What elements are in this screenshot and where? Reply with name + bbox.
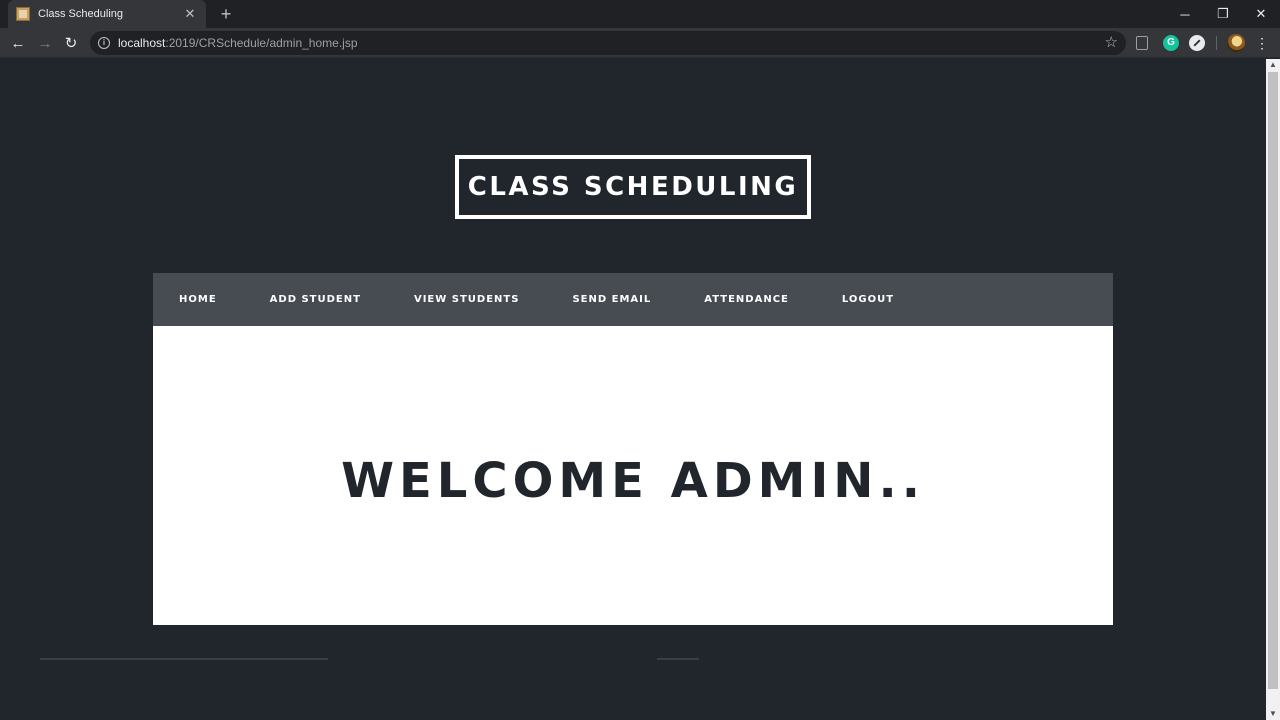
profile-avatar[interactable]: [1227, 34, 1245, 52]
nav-logout[interactable]: LOGOUT: [842, 294, 894, 305]
forward-button[interactable]: →: [33, 31, 57, 55]
grammarly-icon[interactable]: G: [1163, 35, 1179, 51]
nav-home[interactable]: HOME: [179, 294, 217, 305]
site-info-icon[interactable]: i: [98, 37, 110, 49]
address-bar[interactable]: i localhost:2019/CRSchedule/admin_home.j…: [90, 31, 1126, 55]
favicon-icon: [16, 7, 30, 21]
restore-button[interactable]: ❐: [1204, 0, 1242, 28]
bottom-divider: [40, 658, 328, 660]
url-path: :2019/CRSchedule/admin_home.jsp: [165, 36, 358, 50]
nav-view-students[interactable]: VIEW STUDENTS: [414, 294, 519, 305]
extension-icon[interactable]: [1136, 36, 1148, 50]
reload-button[interactable]: ↻: [59, 31, 83, 55]
bottom-divider: [657, 658, 699, 660]
page-scrollbar[interactable]: ▲ ▼: [1266, 59, 1280, 720]
toolbar-divider: [1216, 36, 1217, 50]
content-panel: WELCOME ADMIN..: [153, 326, 1113, 625]
scroll-up-arrow-icon[interactable]: ▲: [1266, 59, 1280, 71]
scroll-thumb[interactable]: [1268, 72, 1278, 689]
nav-send-email[interactable]: SEND EMAIL: [572, 294, 651, 305]
new-tab-button[interactable]: +: [216, 4, 236, 24]
site-brand: CLASS SCHEDULING: [455, 155, 811, 219]
main-navbar: HOME ADD STUDENT VIEW STUDENTS SEND EMAI…: [153, 273, 1113, 326]
browser-menu-icon[interactable]: ⋮: [1254, 31, 1270, 55]
scroll-down-arrow-icon[interactable]: ▼: [1266, 708, 1280, 720]
bookmark-star-icon[interactable]: ☆: [1105, 33, 1118, 51]
welcome-heading: WELCOME ADMIN..: [341, 452, 925, 509]
minimize-button[interactable]: ─: [1166, 0, 1204, 28]
nav-add-student[interactable]: ADD STUDENT: [270, 294, 361, 305]
tab-strip: Class Scheduling ✕ + ─ ❐ ✕: [0, 0, 1280, 28]
brand-title: CLASS SCHEDULING: [467, 172, 799, 202]
back-button[interactable]: ←: [6, 31, 30, 55]
browser-tab[interactable]: Class Scheduling ✕: [8, 0, 206, 28]
nav-attendance[interactable]: ATTENDANCE: [704, 294, 789, 305]
tab-title: Class Scheduling: [38, 8, 123, 20]
blocker-extension-icon[interactable]: [1189, 35, 1205, 51]
tab-close-icon[interactable]: ✕: [182, 6, 198, 22]
url-host: localhost: [118, 36, 166, 50]
browser-toolbar: ← → ↻ i localhost:2019/CRSchedule/admin_…: [0, 28, 1280, 58]
window-close-button[interactable]: ✕: [1242, 0, 1280, 28]
